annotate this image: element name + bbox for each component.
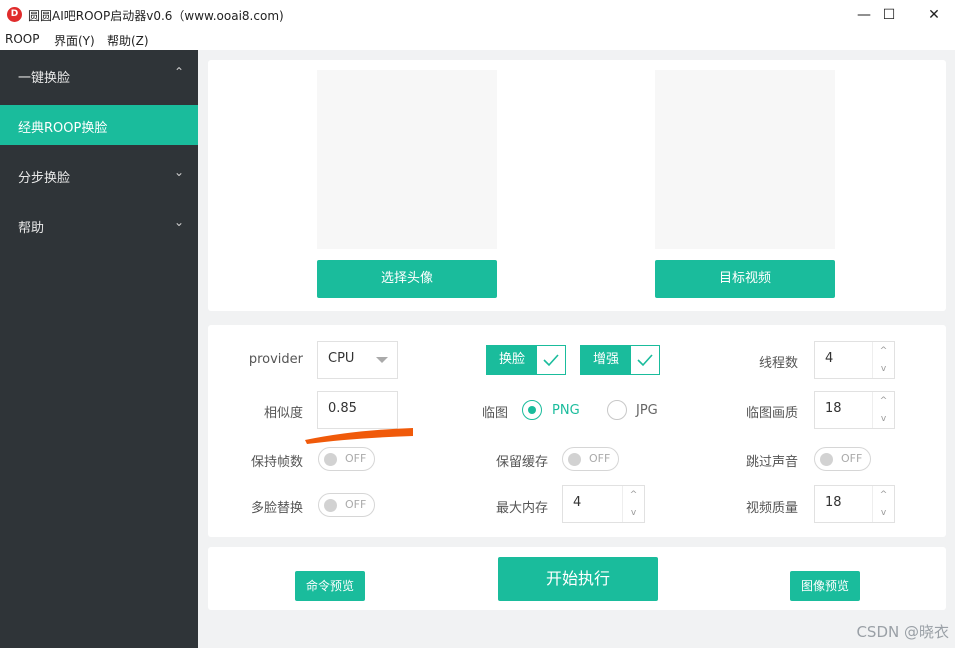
keep-temp-toggle[interactable]: OFF [562, 447, 619, 471]
menu-bar: ROOP 界面(Y) 帮助(Z) [0, 30, 955, 50]
temp-quality-value: 18 [825, 401, 842, 416]
keep-temp-label: 保留缓存 [495, 455, 548, 470]
spin-down-button[interactable]: v [873, 360, 894, 378]
sidebar-item-classic-roop[interactable]: 经典ROOP换脸 [0, 105, 198, 145]
similarity-label: 相似度 [263, 406, 303, 421]
threads-stepper[interactable]: 4 ^ v [814, 341, 895, 379]
many-faces-label: 多脸替换 [250, 501, 303, 516]
video-quality-label: 视频质量 [745, 501, 798, 516]
toggle-state: OFF [589, 452, 611, 465]
face-image-preview[interactable] [317, 70, 497, 249]
spin-down-button[interactable]: v [623, 504, 644, 522]
window-title: 圆圆AI吧ROOP启动器v0.6（www.ooai8.com) [28, 9, 284, 23]
threads-value: 4 [825, 351, 834, 366]
sidebar-item-one-click-swap[interactable]: 一键换脸 ⌃ [0, 55, 198, 95]
spin-up-button[interactable]: ^ [873, 486, 894, 504]
target-video-preview[interactable] [655, 70, 835, 249]
toggle-state: OFF [345, 498, 367, 511]
spinner: ^ v [622, 486, 644, 522]
sidebar-item-label: 帮助 [18, 221, 45, 236]
toggle-knob [324, 453, 337, 466]
spinner: ^ v [872, 392, 894, 428]
spin-up-button[interactable]: ^ [873, 342, 894, 360]
skip-audio-label: 跳过声音 [745, 455, 798, 470]
swap-face-label: 换脸 [487, 346, 537, 374]
action-card: 命令预览 开始执行 图像预览 [208, 547, 946, 610]
radio-png-label: PNG [552, 403, 580, 418]
menu-view[interactable]: 界面(Y) [54, 32, 95, 49]
watermark: CSDN @晓衣 [856, 623, 949, 641]
sidebar: 一键换脸 ⌃ 经典ROOP换脸 分步换脸 ⌄ 帮助 ⌄ [0, 50, 198, 648]
sidebar-item-label: 分步换脸 [18, 171, 71, 186]
command-preview-button[interactable]: 命令预览 [295, 571, 365, 601]
spin-up-button[interactable]: ^ [873, 392, 894, 410]
close-button[interactable]: ✕ [911, 0, 955, 30]
max-memory-value: 4 [573, 495, 582, 510]
enhance-checkbox[interactable]: 增强 [580, 345, 660, 375]
checkmark-icon [637, 354, 653, 367]
similarity-value: 0.85 [328, 401, 357, 416]
annotation-stroke [305, 428, 413, 444]
radio-jpg[interactable] [607, 400, 627, 420]
toggle-state: OFF [841, 452, 863, 465]
chevron-down-icon: ⌄ [173, 215, 184, 229]
temp-format-label: 临图 [481, 406, 508, 421]
target-video-button[interactable]: 目标视频 [655, 260, 835, 298]
video-quality-stepper[interactable]: 18 ^ v [814, 485, 895, 523]
keep-fps-label: 保持帧数 [250, 455, 303, 470]
menu-roop[interactable]: ROOP [5, 32, 39, 46]
select-face-button[interactable]: 选择头像 [317, 260, 497, 298]
video-quality-value: 18 [825, 495, 842, 510]
threads-label: 线程数 [758, 356, 798, 371]
image-preview-button[interactable]: 图像预览 [790, 571, 860, 601]
sidebar-item-label: 经典ROOP换脸 [18, 121, 108, 136]
many-faces-toggle[interactable]: OFF [318, 493, 375, 517]
main-panel: 选择头像 目标视频 provider CPU 换脸 增强 线程数 4 ^ v 相… [198, 50, 955, 648]
checkmark-icon [543, 354, 559, 367]
radio-jpg-label: JPG [636, 403, 658, 418]
temp-quality-stepper[interactable]: 18 ^ v [814, 391, 895, 429]
spin-down-button[interactable]: v [873, 504, 894, 522]
toggle-state: OFF [345, 452, 367, 465]
spinner: ^ v [872, 486, 894, 522]
sidebar-item-label: 一键换脸 [18, 71, 71, 86]
toggle-knob [568, 453, 581, 466]
image-card: 选择头像 目标视频 [208, 60, 946, 311]
menu-help[interactable]: 帮助(Z) [107, 32, 149, 49]
temp-quality-label: 临图画质 [745, 406, 798, 421]
chevron-up-icon: ⌃ [173, 65, 184, 79]
maximize-button[interactable]: ☐ [866, 0, 912, 30]
title-bar: D 圆圆AI吧ROOP启动器v0.6（www.ooai8.com) — ☐ ✕ [0, 0, 955, 30]
skip-audio-toggle[interactable]: OFF [814, 447, 871, 471]
provider-select[interactable]: CPU [317, 341, 398, 379]
spin-up-button[interactable]: ^ [623, 486, 644, 504]
provider-label: provider [248, 352, 303, 367]
start-button[interactable]: 开始执行 [498, 557, 658, 601]
enhance-label: 增强 [581, 346, 631, 374]
app-logo-icon: D [7, 7, 22, 22]
chevron-down-icon [376, 357, 388, 363]
chevron-down-icon: ⌄ [173, 165, 184, 179]
toggle-knob [324, 499, 337, 512]
sidebar-item-help[interactable]: 帮助 ⌄ [0, 205, 198, 245]
toggle-knob [820, 453, 833, 466]
sidebar-item-step-swap[interactable]: 分步换脸 ⌄ [0, 155, 198, 195]
radio-png[interactable] [522, 400, 542, 420]
max-memory-label: 最大内存 [495, 501, 548, 516]
spinner: ^ v [872, 342, 894, 378]
max-memory-stepper[interactable]: 4 ^ v [562, 485, 645, 523]
keep-fps-toggle[interactable]: OFF [318, 447, 375, 471]
swap-face-checkbox[interactable]: 换脸 [486, 345, 566, 375]
provider-value: CPU [328, 351, 355, 366]
spin-down-button[interactable]: v [873, 410, 894, 428]
